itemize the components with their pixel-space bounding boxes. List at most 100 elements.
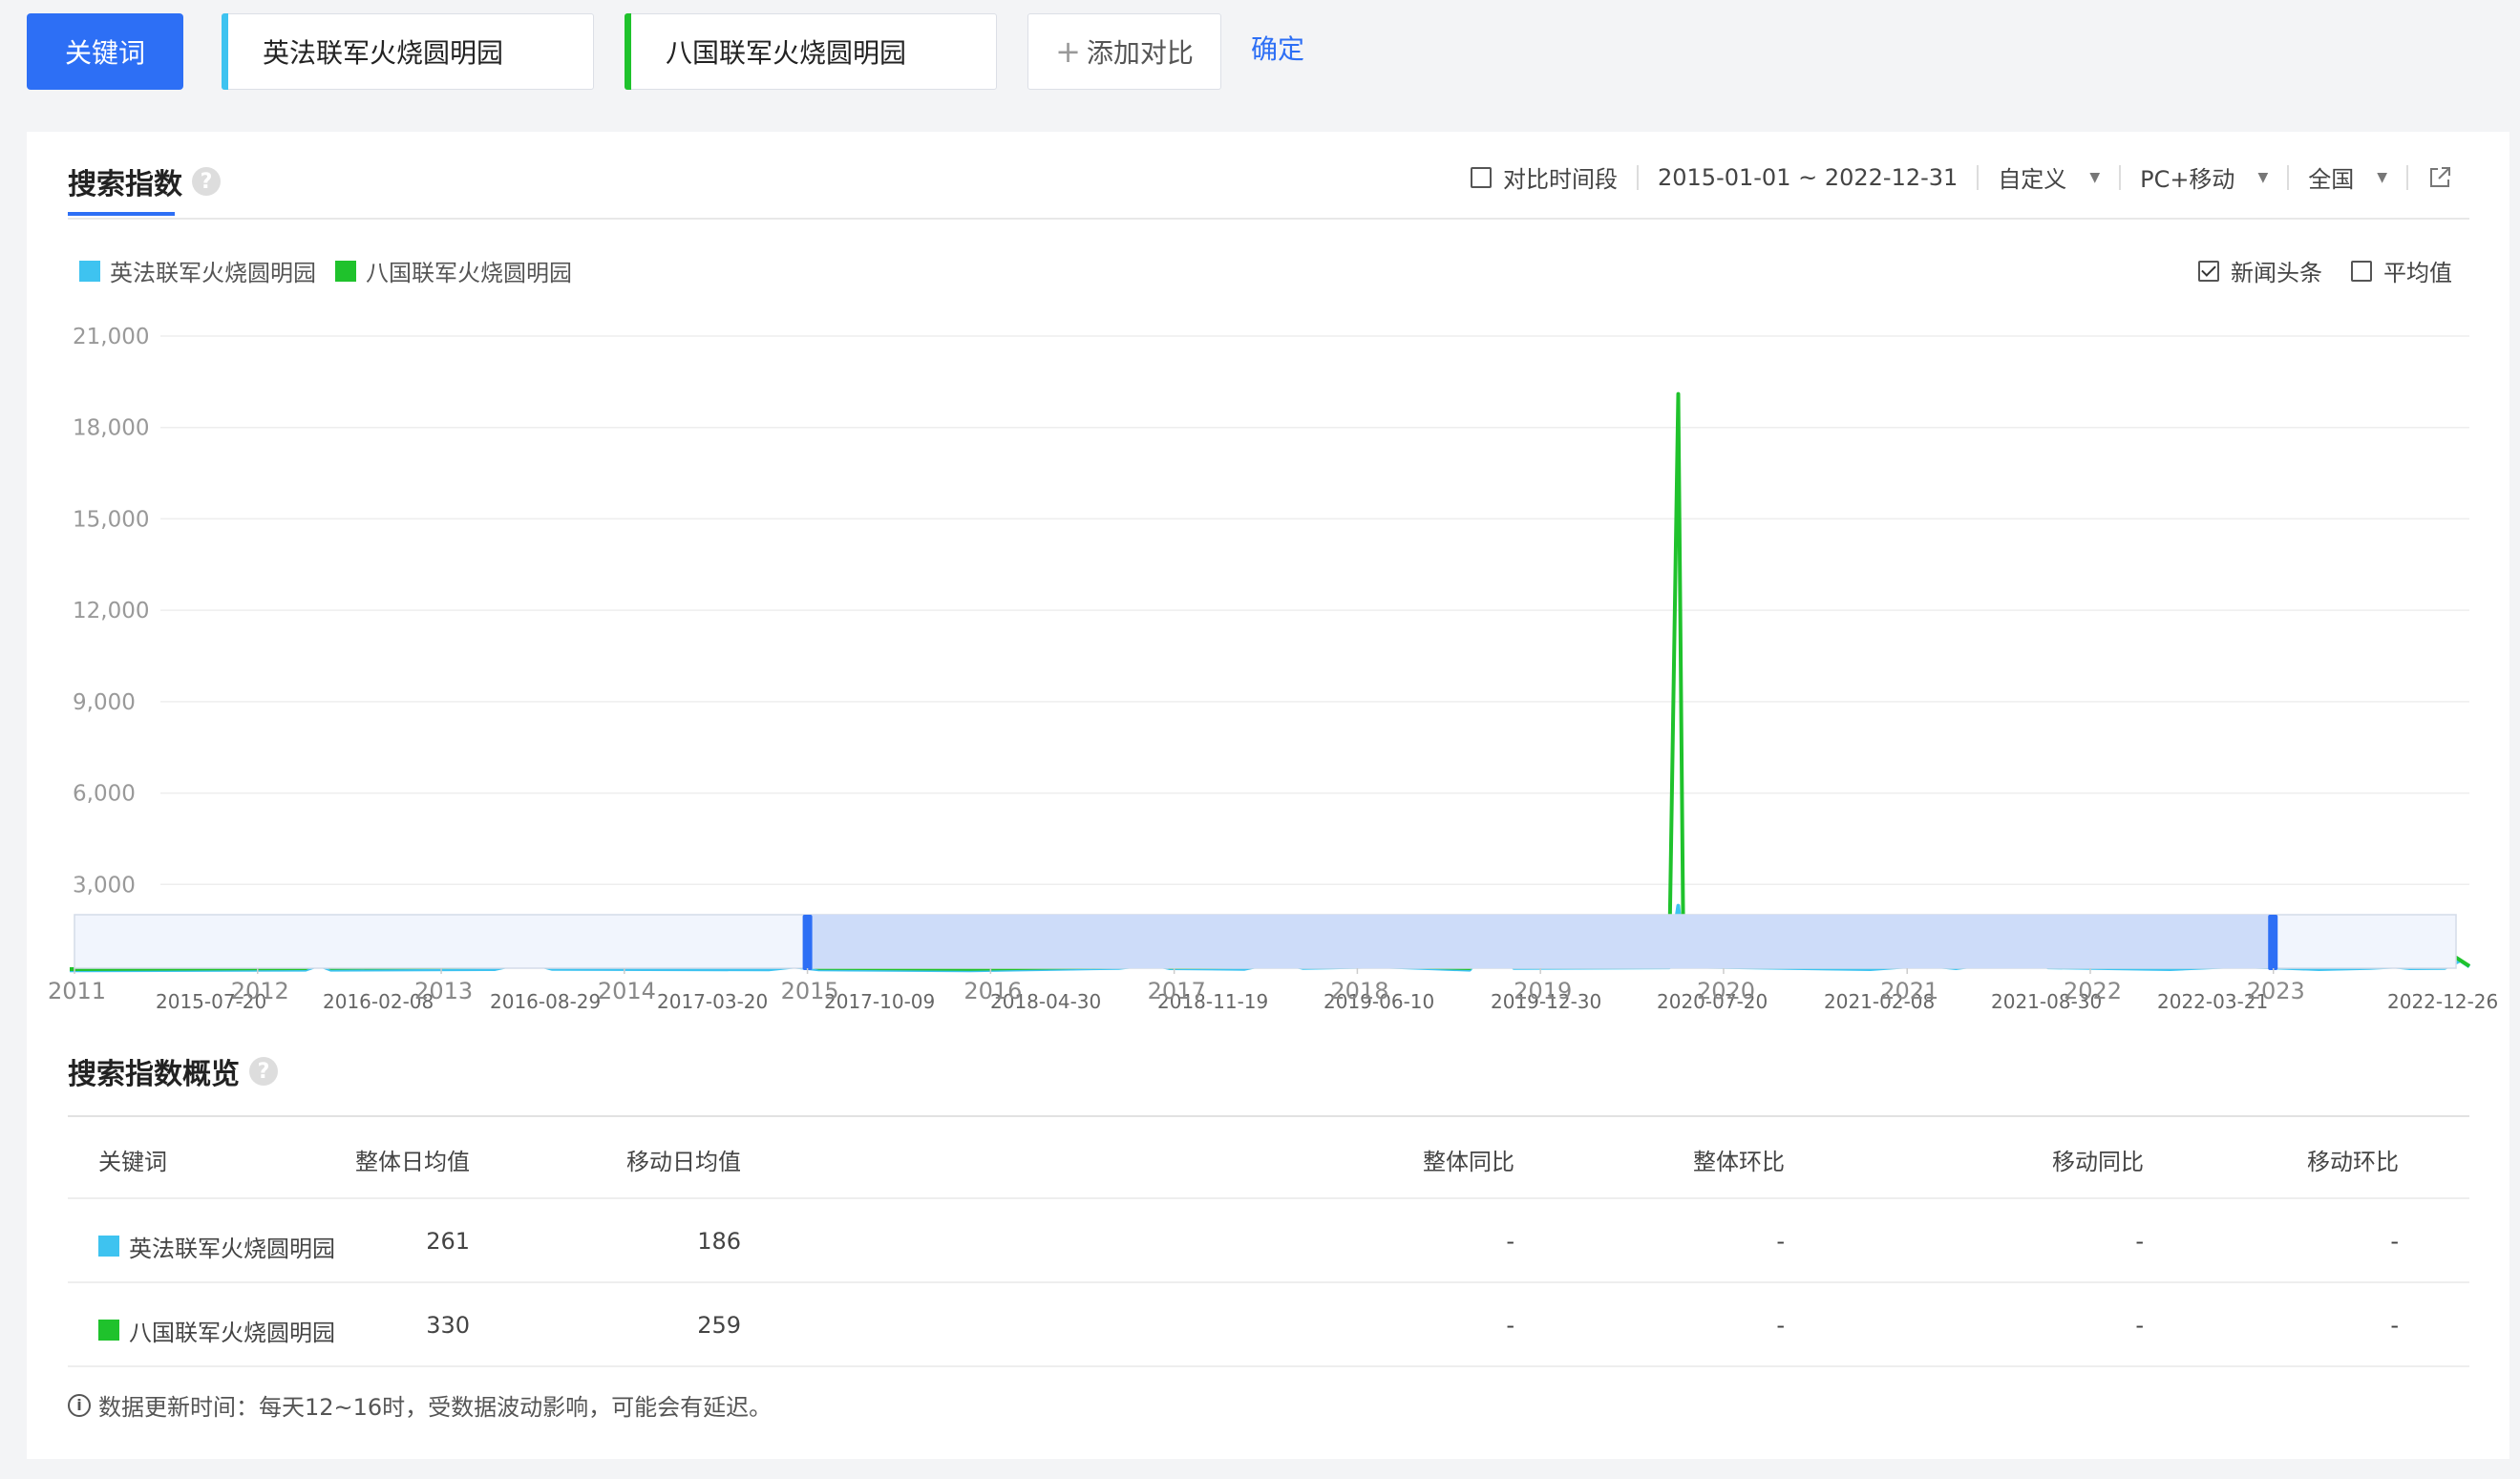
checkbox-icon <box>1470 166 1492 188</box>
compare-period-checkbox[interactable]: 对比时间段 <box>1470 160 1618 194</box>
y-axis-tick-label: 12,000 <box>73 599 149 623</box>
tab-active-indicator <box>68 212 175 216</box>
navigator-year-label: 2023 <box>2247 978 2305 1003</box>
column-header: 关键词 <box>98 1148 167 1175</box>
column-header: 移动日均值 <box>626 1148 741 1175</box>
y-axis-tick-label: 9,000 <box>73 690 136 715</box>
legend-item[interactable]: 八国联军火烧圆明园 <box>335 254 572 287</box>
mobile-mom-cell: - <box>2390 1228 2399 1255</box>
news-headline-checkbox[interactable]: 新闻头条 <box>2198 254 2322 287</box>
mobile-avg-cell: 186 <box>697 1228 741 1255</box>
filter-separator <box>1977 164 1980 190</box>
region-dropdown[interactable]: 全国 ▼ <box>2308 160 2387 194</box>
keyword-input-text: 八国联军火烧圆明园 <box>666 37 907 69</box>
navigator-handle-left[interactable] <box>802 915 813 970</box>
legend-label: 八国联军火烧圆明园 <box>366 260 572 286</box>
y-axis-tick-label: 15,000 <box>73 507 149 532</box>
keyword-input-1[interactable]: 英法联军火烧圆明园 <box>222 13 594 90</box>
keyword-input-2[interactable]: 八国联军火烧圆明园 <box>625 13 997 90</box>
question-icon[interactable]: ? <box>192 167 221 196</box>
caret-down-icon: ▼ <box>2377 169 2387 185</box>
device-dropdown[interactable]: PC+移动 ▼ <box>2140 160 2268 194</box>
data-update-text: 数据更新时间：每天12~16时，受数据波动影响，可能会有延迟。 <box>98 1394 773 1421</box>
news-headline-label: 新闻头条 <box>2231 260 2322 286</box>
mobile-yoy-cell: - <box>2135 1228 2144 1255</box>
mobile-avg-cell: 259 <box>697 1312 741 1339</box>
mobile-yoy-cell: - <box>2135 1312 2144 1339</box>
overall-yoy-cell: - <box>1506 1312 1514 1339</box>
average-checkbox[interactable]: 平均值 <box>2351 254 2452 287</box>
plus-icon: + <box>1055 33 1081 70</box>
legend-item[interactable]: 英法联军火烧圆明园 <box>79 254 316 287</box>
checkbox-icon <box>2351 260 2372 282</box>
navigator-year-label: 2022 <box>2064 978 2122 1003</box>
keyword-cell: 英法联军火烧圆明园 <box>98 1199 335 1283</box>
share-icon[interactable] <box>2427 165 2452 190</box>
keyword-tab-button[interactable]: 关键词 <box>27 13 183 90</box>
question-icon[interactable]: ? <box>249 1057 278 1086</box>
keyword-swatch <box>98 1320 119 1341</box>
navigator-year-label: 2015 <box>781 978 839 1003</box>
tab-search-index[interactable]: 搜索指数 ? <box>68 160 221 202</box>
navigator-year-label: 2013 <box>414 978 473 1003</box>
overview-table: 关键词 整体日均值 移动日均值 整体同比 整体环比 移动同比 移动环比 英法联军… <box>68 1115 2469 1367</box>
keyword-cell: 八国联军火烧圆明园 <box>98 1283 335 1367</box>
column-header: 整体环比 <box>1693 1148 1785 1175</box>
caret-down-icon: ▼ <box>2089 169 2101 185</box>
navigator-handle-right[interactable] <box>2268 915 2278 970</box>
keyword-color-bar <box>222 13 228 90</box>
column-header: 移动同比 <box>2052 1148 2144 1175</box>
overall-mom-cell: - <box>1776 1228 1785 1255</box>
legend-swatch <box>335 260 356 282</box>
navigator-year-label: 2019 <box>1514 978 1572 1003</box>
compare-period-label: 对比时间段 <box>1502 166 1618 193</box>
table-row: 英法联军火烧圆明园 261 186 - - - - <box>68 1199 2469 1283</box>
average-label: 平均值 <box>2383 260 2452 286</box>
overall-avg-cell: 330 <box>426 1312 470 1339</box>
tab-divider <box>68 218 2469 220</box>
navigator-year-label: 2011 <box>48 978 106 1003</box>
table-row: 八国联军火烧圆明园 330 259 - - - - <box>68 1283 2469 1367</box>
y-axis-tick-label: 21,000 <box>73 325 149 349</box>
navigator-year-label: 2021 <box>1880 978 1938 1003</box>
column-header: 整体日均值 <box>355 1148 470 1175</box>
y-axis-tick-label: 6,000 <box>73 782 136 807</box>
keyword-color-bar <box>625 13 631 90</box>
y-axis-tick-label: 3,000 <box>73 873 136 898</box>
column-header: 移动环比 <box>2307 1148 2399 1175</box>
legend-label: 英法联军火烧圆明园 <box>110 260 316 286</box>
column-header: 整体同比 <box>1423 1148 1514 1175</box>
custom-range-label: 自定义 <box>1998 166 2067 193</box>
date-range-text: 2015-01-01 ~ 2022-12-31 <box>1657 163 1959 191</box>
date-range-picker[interactable]: 2015-01-01 ~ 2022-12-31 <box>1658 164 1958 191</box>
navigator-year-label: 2012 <box>231 978 289 1003</box>
series-line-baguo <box>69 391 2471 971</box>
overview-title: 搜索指数概览 ? <box>68 1050 278 1092</box>
checkbox-checked-icon <box>2198 260 2219 282</box>
overall-avg-cell: 261 <box>426 1228 470 1255</box>
add-compare-button[interactable]: + 添加对比 <box>1027 13 1221 90</box>
custom-range-dropdown[interactable]: 自定义 ▼ <box>1998 160 2100 194</box>
region-label: 全国 <box>2308 166 2355 193</box>
filter-separator <box>2406 164 2408 190</box>
chart-legend: 英法联军火烧圆明园 八国联军火烧圆明园 <box>79 254 591 287</box>
navigator-selection[interactable] <box>807 915 2274 968</box>
navigator-year-label: 2020 <box>1697 978 1755 1003</box>
range-navigator[interactable]: 2011 2012 2013 2014 2015 2016 2017 2018 2019 2020… <box>0 907 2520 1003</box>
navigator-year-label: 2017 <box>1148 978 1206 1003</box>
navigator-year-label: 2016 <box>964 978 1022 1003</box>
chart-toggles: 新闻头条 平均值 <box>2170 254 2452 287</box>
data-update-note: i 数据更新时间：每天12~16时，受数据波动影响，可能会有延迟。 <box>68 1388 772 1422</box>
add-compare-label: 添加对比 <box>1086 37 1194 69</box>
confirm-link[interactable]: 确定 <box>1251 29 1304 67</box>
navigator-year-label: 2018 <box>1330 978 1388 1003</box>
filter-bar: 对比时间段 2015-01-01 ~ 2022-12-31 自定义 ▼ PC+移… <box>1470 160 2452 194</box>
legend-swatch <box>79 260 100 282</box>
filter-separator <box>2287 164 2290 190</box>
search-index-card: 搜索指数 ? 对比时间段 2015-01-01 ~ 2022-12-31 自定义… <box>27 132 2509 1459</box>
caret-down-icon: ▼ <box>2257 169 2269 185</box>
navigator-year-label: 2014 <box>598 978 656 1003</box>
keyword-input-text: 英法联军火烧圆明园 <box>263 37 504 69</box>
overall-yoy-cell: - <box>1506 1228 1514 1255</box>
device-label: PC+移动 <box>2140 166 2235 193</box>
